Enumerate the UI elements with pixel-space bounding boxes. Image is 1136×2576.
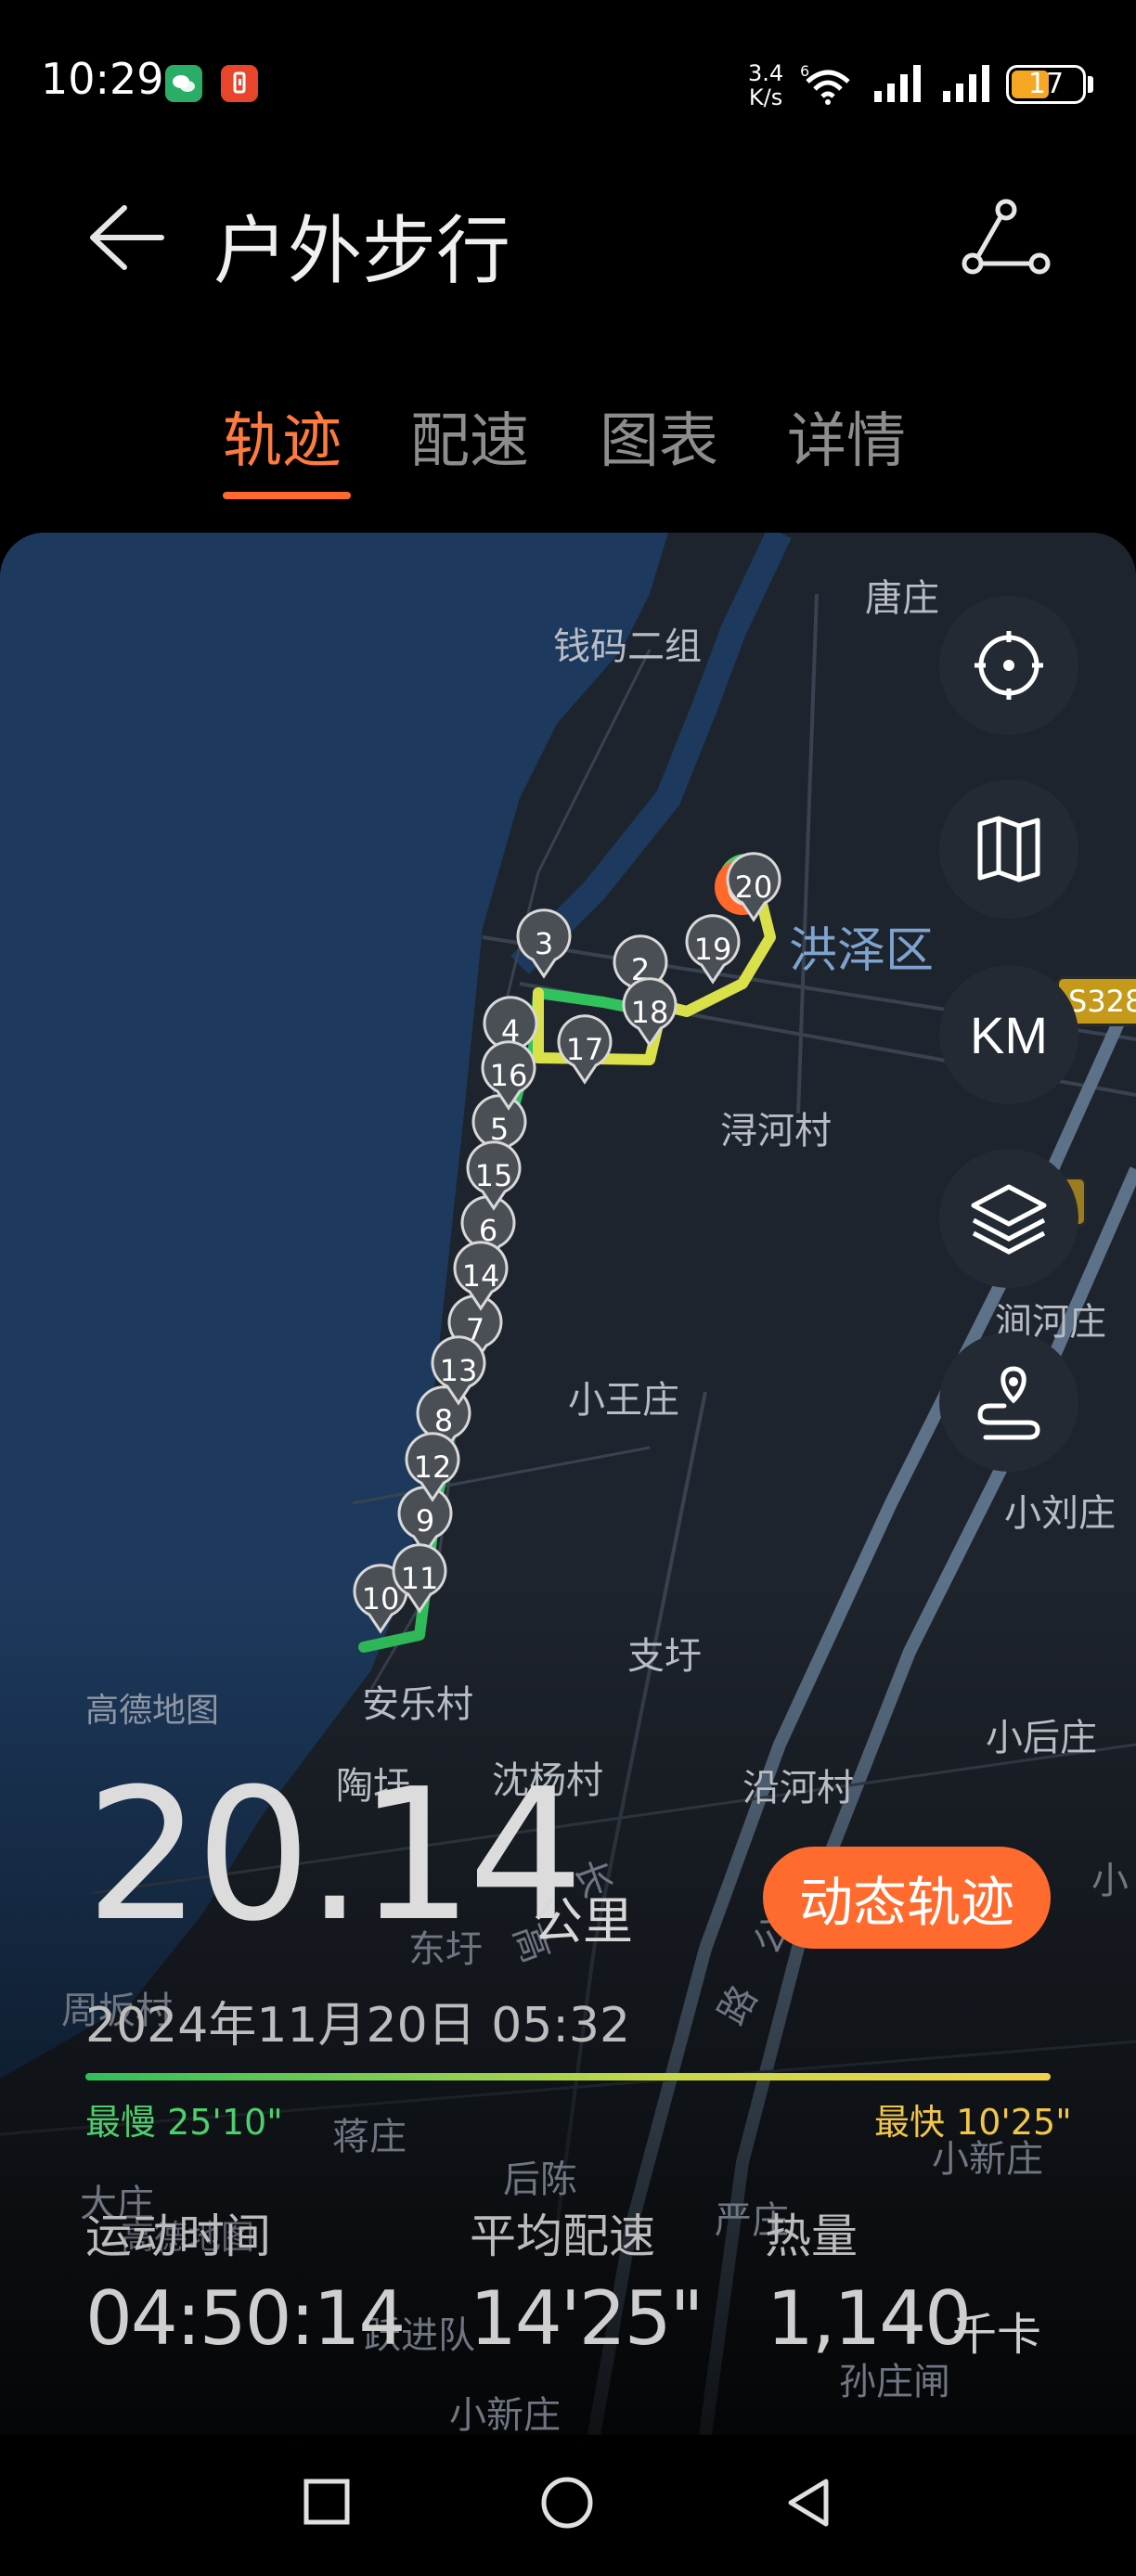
track-map[interactable]: 2 3 4 5 6 7 8 9 10 11 12 13 14 15 16 17 18 19 20 唐庄 钱码二组 洪… <box>0 533 1136 2435</box>
km-marker-label: 17 <box>566 1032 604 1067</box>
km-marker-label: 3 <box>535 926 553 961</box>
fastest-pace: 最快 10'25" <box>874 2102 1072 2143</box>
battery-tip <box>1088 76 1093 93</box>
km-marker-15: 15 <box>466 1140 522 1211</box>
back-button[interactable] <box>87 202 165 277</box>
status-time: 10:29 <box>41 54 164 104</box>
km-marker-label: 9 <box>416 1503 434 1539</box>
back-nav-button[interactable] <box>785 2476 832 2533</box>
net-speed-unit: K/s <box>748 84 783 110</box>
locate-button[interactable] <box>939 596 1078 735</box>
network-speed: 3.4 K/s <box>748 61 783 109</box>
svg-text:6: 6 <box>800 62 809 80</box>
km-marker-label: 19 <box>694 932 732 967</box>
active-tab-indicator <box>223 492 351 499</box>
map-label: 后陈 <box>503 2158 577 2201</box>
wifi-icon: 6 <box>800 61 856 109</box>
dynamic-track-button[interactable]: 动态轨迹 <box>763 1847 1051 1949</box>
duration-label: 运动时间 <box>85 2209 271 2263</box>
square-recent-icon <box>303 2479 350 2525</box>
tab-pace[interactable]: 配速 <box>410 393 529 479</box>
km-marker-label: 12 <box>414 1449 452 1485</box>
km-marker-18: 18 <box>622 977 678 1048</box>
map-label: 钱码二组 <box>553 625 702 668</box>
navigation-bar <box>0 2435 1136 2576</box>
km-marker-label: 10 <box>362 1581 400 1616</box>
map-label-district: 洪泽区 <box>789 923 935 979</box>
avg-pace-label: 平均配速 <box>470 2209 655 2263</box>
map-attribution: 高德地图 <box>85 1692 220 1730</box>
calories-label: 热量 <box>765 2209 858 2263</box>
layers-icon <box>971 1184 1047 1255</box>
tab-track[interactable]: 轨迹 <box>223 393 342 479</box>
km-marker-label: 18 <box>631 995 669 1030</box>
recent-apps-button[interactable] <box>303 2478 351 2530</box>
km-toggle-button[interactable]: KM <box>939 965 1078 1104</box>
km-marker-label: 14 <box>462 1258 500 1294</box>
distance-value: 20.14 <box>85 1750 584 1962</box>
avg-pace-value: 14'25" <box>470 2275 704 2362</box>
map-icon <box>977 816 1040 882</box>
map-label: 唐庄 <box>865 577 939 620</box>
map-style-button[interactable] <box>939 779 1078 919</box>
km-marker-3: 3 <box>516 908 572 979</box>
distance-unit: 公里 <box>533 1892 633 1951</box>
km-marker-9: 9 <box>397 1486 453 1556</box>
locate-icon <box>975 631 1043 700</box>
notification-app-icon <box>221 65 258 102</box>
km-marker-19: 19 <box>685 914 741 985</box>
tab-details[interactable]: 详情 <box>787 393 906 479</box>
slowest-pace: 最慢 25'10" <box>85 2102 283 2143</box>
arrow-left-icon <box>90 205 164 270</box>
map-label: 小 <box>1091 1860 1129 1902</box>
route-pin-icon <box>977 1366 1040 1440</box>
km-marker-label: 16 <box>490 1058 528 1093</box>
map-label: 蒋庄 <box>332 2116 407 2158</box>
home-button[interactable] <box>540 2476 594 2533</box>
route-button[interactable] <box>939 1333 1078 1472</box>
signal-icon <box>941 63 993 108</box>
wechat-icon <box>165 65 202 102</box>
triangle-back-icon <box>788 2479 829 2527</box>
circle-home-icon <box>541 2477 593 2529</box>
km-label: KM <box>970 1005 1048 1064</box>
km-marker-label: 20 <box>735 869 773 905</box>
tab-chart[interactable]: 图表 <box>600 393 718 479</box>
share-button[interactable] <box>962 199 1051 280</box>
workout-datetime: 2024年11月20日 05:32 <box>85 1998 631 2054</box>
map-label: 小新庄 <box>449 2394 561 2435</box>
map-label: 小后庄 <box>986 1717 1097 1759</box>
calories-value: 1,140 <box>767 2275 972 2362</box>
duration-value: 04:50:14 <box>85 2275 406 2362</box>
page-title: 户外步行 <box>213 208 510 294</box>
map-label: 小刘庄 <box>1004 1492 1116 1535</box>
km-marker-label: 11 <box>401 1561 439 1596</box>
battery-percent: 17 <box>1027 68 1065 100</box>
map-label: 安乐村 <box>362 1683 473 1726</box>
signal-icon <box>872 63 924 108</box>
km-marker-label: 15 <box>475 1158 513 1193</box>
map-label: 浔河村 <box>720 1110 832 1153</box>
km-marker-label: 13 <box>440 1353 478 1388</box>
pace-gradient-bar <box>85 2073 1051 2080</box>
map-label: 沿河村 <box>742 1767 854 1810</box>
map-label: 支圩 <box>627 1635 702 1678</box>
calories-unit: 千卡 <box>952 2309 1042 2361</box>
layers-button[interactable] <box>939 1149 1078 1288</box>
route-share-icon <box>962 199 1051 275</box>
km-marker-17: 17 <box>557 1014 613 1085</box>
battery-icon: 17 <box>1006 65 1086 104</box>
map-label: 小王庄 <box>568 1379 679 1422</box>
net-speed-value: 3.4 <box>748 60 784 86</box>
km-marker-20: 20 <box>726 852 781 922</box>
